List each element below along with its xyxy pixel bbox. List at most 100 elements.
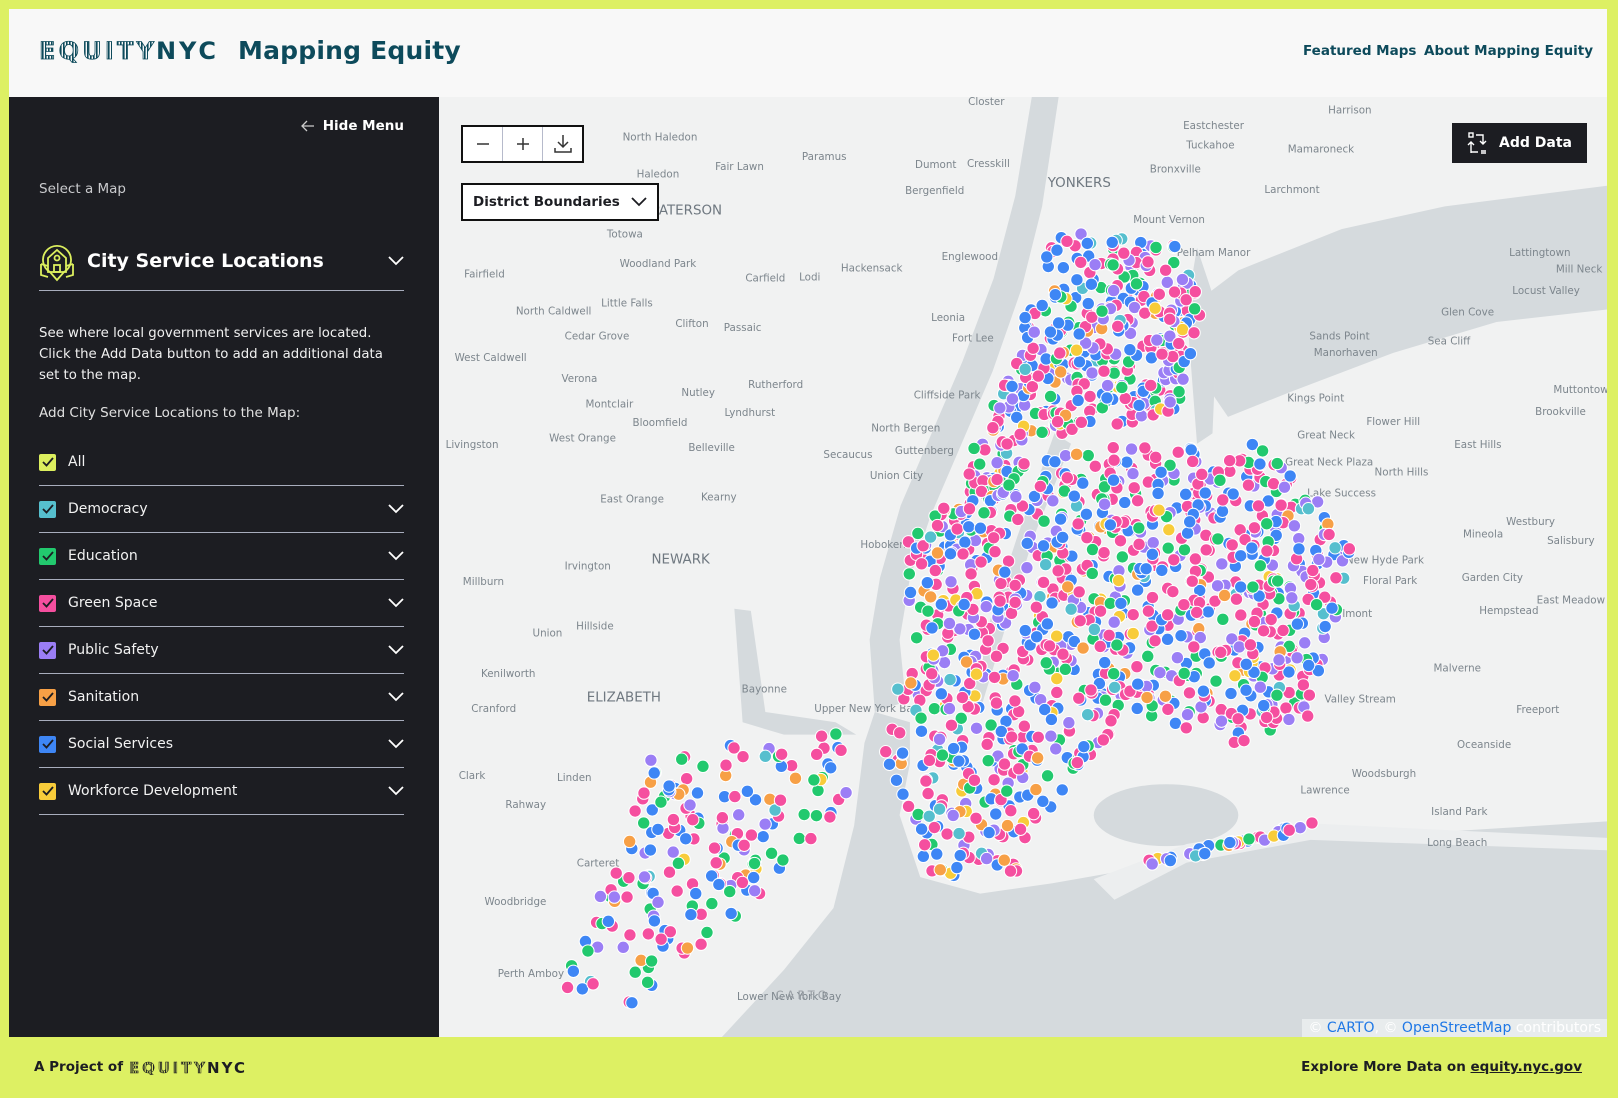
service-location-marker[interactable] bbox=[1012, 762, 1026, 776]
service-location-marker[interactable] bbox=[1274, 498, 1288, 512]
service-location-marker[interactable] bbox=[967, 773, 982, 787]
service-location-marker[interactable] bbox=[1036, 539, 1051, 553]
service-location-marker[interactable] bbox=[1185, 454, 1200, 469]
service-location-marker[interactable] bbox=[1174, 629, 1188, 643]
service-location-marker[interactable] bbox=[609, 866, 623, 880]
service-location-marker[interactable] bbox=[1253, 457, 1267, 471]
service-location-marker[interactable] bbox=[1039, 656, 1053, 670]
service-location-marker[interactable] bbox=[1178, 487, 1193, 502]
service-location-marker[interactable] bbox=[834, 743, 848, 758]
service-location-marker[interactable] bbox=[1187, 302, 1202, 316]
service-location-marker[interactable] bbox=[740, 784, 755, 799]
service-location-marker[interactable] bbox=[896, 787, 910, 801]
service-location-marker[interactable] bbox=[1172, 336, 1186, 351]
service-location-marker[interactable] bbox=[979, 851, 994, 866]
service-location-marker[interactable] bbox=[1048, 287, 1063, 302]
service-location-marker[interactable] bbox=[1182, 515, 1197, 529]
service-location-marker[interactable] bbox=[997, 757, 1012, 771]
checkbox[interactable] bbox=[39, 594, 56, 612]
service-location-marker[interactable] bbox=[1114, 596, 1128, 611]
service-location-marker[interactable] bbox=[1140, 690, 1154, 705]
service-location-marker[interactable] bbox=[1231, 712, 1245, 726]
service-location-marker[interactable] bbox=[622, 870, 636, 885]
service-location-marker[interactable] bbox=[1168, 239, 1182, 254]
service-location-marker[interactable] bbox=[1229, 592, 1244, 606]
service-location-marker[interactable] bbox=[1145, 590, 1160, 605]
category-democracy[interactable]: Democracy bbox=[39, 486, 404, 533]
service-location-marker[interactable] bbox=[1152, 503, 1166, 517]
service-location-marker[interactable] bbox=[1035, 425, 1049, 440]
nav-featured-maps[interactable]: Featured Maps bbox=[1303, 43, 1416, 59]
service-location-marker[interactable] bbox=[1196, 711, 1210, 725]
service-location-marker[interactable] bbox=[935, 748, 950, 762]
service-location-marker[interactable] bbox=[967, 627, 982, 641]
service-location-marker[interactable] bbox=[1087, 622, 1102, 637]
service-location-marker[interactable] bbox=[1163, 395, 1177, 409]
service-location-marker[interactable] bbox=[990, 455, 1004, 470]
service-location-marker[interactable] bbox=[1060, 471, 1075, 485]
service-location-marker[interactable] bbox=[679, 832, 693, 846]
service-location-marker[interactable] bbox=[1144, 378, 1158, 393]
service-location-marker[interactable] bbox=[1038, 557, 1053, 572]
service-location-marker[interactable] bbox=[1158, 263, 1173, 277]
service-location-marker[interactable] bbox=[1253, 680, 1268, 694]
service-location-marker[interactable] bbox=[1067, 489, 1082, 503]
service-location-marker[interactable] bbox=[1020, 561, 1034, 575]
service-location-marker[interactable] bbox=[1276, 623, 1290, 638]
service-location-marker[interactable] bbox=[889, 773, 904, 787]
service-location-marker[interactable] bbox=[1277, 480, 1292, 494]
service-location-marker[interactable] bbox=[1161, 702, 1175, 717]
service-location-marker[interactable] bbox=[989, 696, 1004, 710]
service-location-marker[interactable] bbox=[1050, 415, 1065, 429]
service-location-marker[interactable] bbox=[1013, 427, 1027, 442]
service-location-marker[interactable] bbox=[1124, 442, 1139, 456]
service-location-marker[interactable] bbox=[1088, 459, 1103, 473]
service-location-marker[interactable] bbox=[1046, 494, 1060, 508]
service-location-marker[interactable] bbox=[829, 727, 843, 741]
service-location-marker[interactable] bbox=[637, 786, 651, 800]
service-location-marker[interactable] bbox=[670, 884, 684, 898]
service-location-marker[interactable] bbox=[1253, 559, 1268, 573]
service-location-marker[interactable] bbox=[1018, 310, 1032, 325]
service-location-marker[interactable] bbox=[1029, 782, 1043, 797]
service-location-marker[interactable] bbox=[1127, 481, 1141, 495]
service-location-marker[interactable] bbox=[1179, 721, 1193, 735]
service-location-marker[interactable] bbox=[1232, 640, 1246, 654]
service-location-marker[interactable] bbox=[902, 567, 917, 581]
service-location-marker[interactable] bbox=[1132, 537, 1146, 552]
service-location-marker[interactable] bbox=[581, 944, 595, 958]
service-location-marker[interactable] bbox=[616, 940, 630, 955]
service-location-marker[interactable] bbox=[1115, 550, 1130, 564]
service-location-marker[interactable] bbox=[1290, 651, 1304, 665]
service-location-marker[interactable] bbox=[690, 786, 705, 800]
service-location-marker[interactable] bbox=[1029, 630, 1044, 644]
service-location-marker[interactable] bbox=[1084, 683, 1098, 697]
service-location-marker[interactable] bbox=[1270, 688, 1284, 702]
service-location-marker[interactable] bbox=[1072, 585, 1086, 599]
service-location-marker[interactable] bbox=[956, 547, 970, 561]
service-location-marker[interactable] bbox=[1167, 285, 1182, 299]
service-location-marker[interactable] bbox=[1152, 287, 1167, 301]
service-location-marker[interactable] bbox=[1042, 639, 1057, 653]
service-location-marker[interactable] bbox=[1107, 680, 1122, 695]
service-location-marker[interactable] bbox=[1077, 739, 1091, 754]
category-green-space[interactable]: Green Space bbox=[39, 580, 404, 627]
map-view[interactable]: Closter Harrison Eastchester North Haledon T… bbox=[439, 97, 1607, 1037]
service-location-marker[interactable] bbox=[1309, 597, 1324, 612]
service-location-marker[interactable] bbox=[1002, 478, 1016, 492]
service-location-marker[interactable] bbox=[1225, 538, 1239, 552]
category-sanitation[interactable]: Sanitation bbox=[39, 674, 404, 721]
service-location-marker[interactable] bbox=[891, 682, 905, 696]
service-location-marker[interactable] bbox=[916, 849, 931, 864]
checkbox[interactable] bbox=[39, 735, 56, 753]
service-location-marker[interactable] bbox=[1302, 688, 1317, 702]
service-location-marker[interactable] bbox=[1018, 362, 1032, 377]
service-location-marker[interactable] bbox=[1027, 325, 1041, 339]
service-location-marker[interactable] bbox=[1282, 823, 1296, 837]
service-location-marker[interactable] bbox=[1209, 674, 1223, 688]
service-location-marker[interactable] bbox=[1342, 542, 1357, 556]
service-location-marker[interactable] bbox=[920, 575, 935, 590]
service-location-marker[interactable] bbox=[977, 506, 991, 520]
service-location-marker[interactable] bbox=[1251, 499, 1266, 513]
service-location-marker[interactable] bbox=[823, 761, 838, 775]
